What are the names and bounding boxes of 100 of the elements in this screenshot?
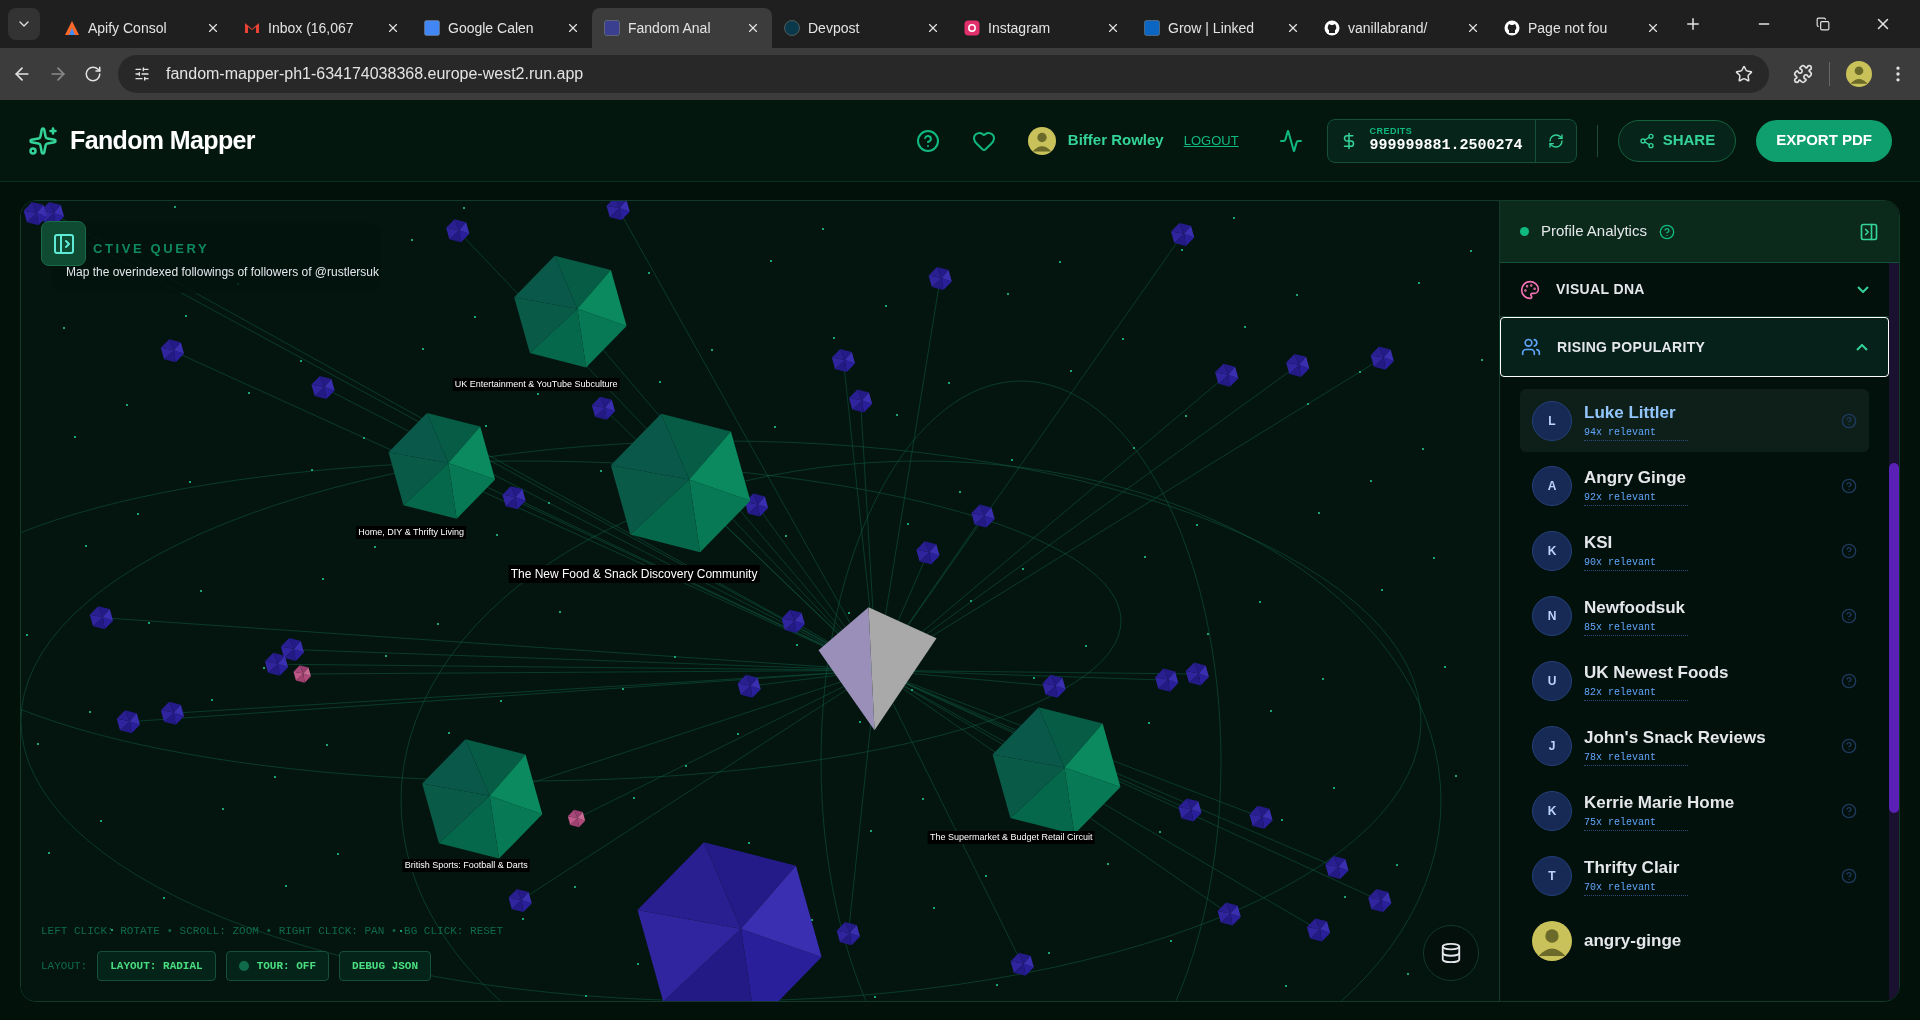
- profile-node[interactable]: [311, 375, 335, 400]
- refresh-icon[interactable]: [1547, 132, 1564, 149]
- profile-node[interactable]: [781, 609, 805, 633]
- profile-row[interactable]: angry-ginge: [1520, 909, 1869, 972]
- profile-avatar-icon: [1846, 61, 1872, 87]
- reload-icon[interactable]: [84, 65, 102, 83]
- profile-node[interactable]: [928, 266, 952, 291]
- browser-tab[interactable]: Inbox (16,067: [232, 8, 412, 48]
- profile-node[interactable]: [744, 493, 769, 517]
- site-settings-icon[interactable]: [134, 66, 150, 82]
- profile-node[interactable]: [502, 486, 526, 510]
- profile-node[interactable]: [116, 710, 140, 734]
- restore-icon[interactable]: [1816, 17, 1830, 31]
- browser-tab[interactable]: Instagram: [952, 8, 1132, 48]
- close-icon[interactable]: [1466, 21, 1480, 35]
- tab-list-button[interactable]: [8, 8, 40, 40]
- profile-node[interactable]: [1185, 662, 1209, 686]
- profile-node[interactable]: [831, 349, 856, 373]
- profile-node[interactable]: [637, 842, 822, 1001]
- cluster-node[interactable]: [388, 412, 496, 519]
- profile-node[interactable]: [264, 652, 289, 676]
- browser-tab[interactable]: Fandom Anal: [592, 8, 772, 48]
- profile-node[interactable]: [23, 202, 47, 226]
- close-icon[interactable]: [386, 21, 400, 35]
- browser-tab[interactable]: Page not fou: [1492, 8, 1672, 48]
- profile-node[interactable]: [737, 674, 761, 698]
- profile-node[interactable]: [1217, 902, 1241, 926]
- url-text: fandom-mapper-ph1-634174038368.europe-west2.run.app: [166, 64, 585, 84]
- profile-node[interactable]: [836, 922, 860, 946]
- logout-link[interactable]: LOGOUT: [1183, 130, 1239, 151]
- profile-row[interactable]: J John's Snack Reviews 78x relevant: [1520, 714, 1869, 777]
- center-node[interactable]: [818, 607, 937, 731]
- cluster-node[interactable]: [422, 739, 543, 859]
- profile-row[interactable]: K KSI 90x relevant: [1520, 519, 1869, 582]
- profile-row[interactable]: L Luke Littler 94x relevant: [1520, 389, 1869, 452]
- help-icon[interactable]: [915, 128, 940, 153]
- profile-node[interactable]: [567, 809, 586, 828]
- browser-tab[interactable]: Devpost: [772, 8, 952, 48]
- profile-node[interactable]: [508, 889, 532, 913]
- profile-node[interactable]: [293, 665, 311, 683]
- profile-node[interactable]: [971, 504, 995, 528]
- profile-node[interactable]: [1249, 805, 1273, 829]
- profile-row[interactable]: T Thrifty Clair 70x relevant: [1520, 844, 1869, 907]
- browser-tab[interactable]: Apify Consol: [52, 8, 232, 48]
- profile-node[interactable]: [1178, 798, 1202, 822]
- share-icon: [1638, 132, 1655, 149]
- profile-node[interactable]: [1370, 346, 1394, 370]
- control-button[interactable]: LAYOUT: RADIAL: [97, 951, 216, 981]
- profile-node[interactable]: [160, 701, 185, 725]
- close-icon[interactable]: [1286, 21, 1300, 35]
- extensions-icon[interactable]: [1793, 64, 1813, 84]
- close-icon[interactable]: [926, 21, 940, 35]
- close-icon[interactable]: [746, 21, 760, 35]
- browser-tab[interactable]: vanillabrand/: [1312, 8, 1492, 48]
- tab-title: Inbox (16,067: [268, 18, 355, 38]
- profile-node[interactable]: [1171, 222, 1195, 246]
- scrollbar-thumb[interactable]: [1889, 463, 1899, 813]
- close-icon[interactable]: [1106, 21, 1120, 35]
- profile-row[interactable]: K Kerrie Marie Home 75x relevant: [1520, 779, 1869, 842]
- close-icon[interactable]: [206, 21, 220, 35]
- new-tab-icon[interactable]: [1684, 15, 1702, 33]
- profile-node[interactable]: [591, 396, 616, 420]
- profile-node[interactable]: [1042, 674, 1066, 698]
- help-icon[interactable]: [1658, 223, 1675, 240]
- sidebar-toggle-button[interactable]: [41, 221, 86, 266]
- browser-tab[interactable]: Grow | Linked: [1132, 8, 1312, 48]
- profile-node[interactable]: [160, 339, 185, 363]
- profile-node[interactable]: [1286, 353, 1310, 377]
- profile-node[interactable]: [606, 201, 630, 221]
- avatar-initial: L: [1532, 400, 1572, 441]
- profile-node[interactable]: [446, 219, 470, 243]
- profile-node[interactable]: [1325, 855, 1349, 880]
- profile-node[interactable]: [1010, 952, 1034, 976]
- profile-node[interactable]: [848, 389, 873, 413]
- close-icon[interactable]: [1646, 21, 1660, 35]
- profile-node[interactable]: [1155, 668, 1179, 692]
- profile-row[interactable]: A Angry Ginge 92x relevant: [1520, 454, 1869, 517]
- relevance-text: 82x relevant: [1584, 685, 1688, 702]
- cluster-node[interactable]: [514, 255, 627, 368]
- profile-node[interactable]: [280, 638, 305, 662]
- accordion-header[interactable]: RISING POPULARITY: [1500, 317, 1889, 377]
- bookmark-star-icon[interactable]: [1735, 65, 1753, 83]
- collapse-panel-icon[interactable]: [1859, 221, 1879, 242]
- browser-tab[interactable]: Google Calen: [412, 8, 592, 48]
- close-icon[interactable]: [566, 21, 580, 35]
- profile-row[interactable]: N Newfoodsuk 85x relevant: [1520, 584, 1869, 647]
- profile-node[interactable]: [1368, 889, 1392, 913]
- tour-toggle-button[interactable]: TOUR: OFF: [225, 951, 330, 981]
- share-button[interactable]: SHARE: [1617, 119, 1737, 162]
- cluster-node[interactable]: [610, 413, 751, 553]
- profile-node[interactable]: [1215, 363, 1239, 387]
- avatar-initial: K: [1532, 530, 1572, 571]
- profile-row[interactable]: U UK Newest Foods 82x relevant: [1520, 649, 1869, 712]
- activity-icon[interactable]: [1278, 128, 1303, 153]
- profile-node[interactable]: [89, 606, 114, 630]
- profile-node[interactable]: [1306, 918, 1331, 942]
- profile-node[interactable]: [916, 541, 940, 565]
- relevance-text: 92x relevant: [1584, 490, 1688, 507]
- control-button[interactable]: DEBUG JSON: [339, 951, 432, 981]
- address-bar[interactable]: fandom-mapper-ph1-634174038368.europe-west2.run.app: [118, 55, 1769, 93]
